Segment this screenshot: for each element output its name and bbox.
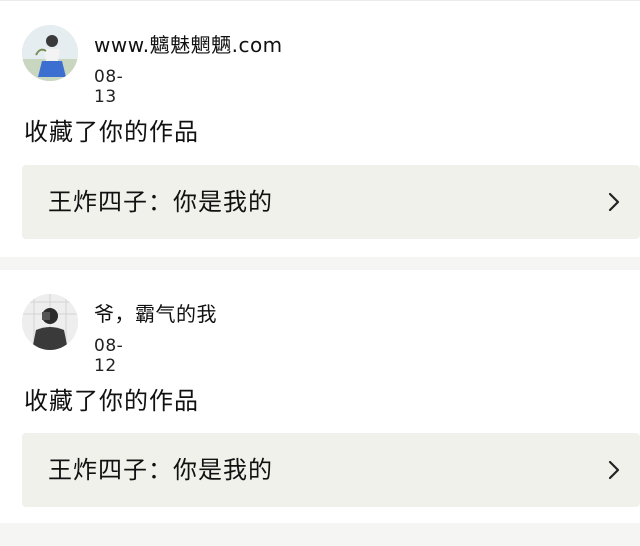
user-name[interactable]: 爷，霸气的我 [94, 302, 217, 326]
action-text: 收藏了你的作品 [24, 387, 199, 415]
work-link[interactable]: 王炸四子：你是我的 [22, 433, 640, 507]
user-name[interactable]: www.魑魅魍魉.com [94, 33, 283, 57]
notification-card: 爷，霸气的我 08-12 收藏了你的作品 王炸四子：你是我的 [0, 270, 640, 523]
user-avatar-icon[interactable] [22, 25, 78, 81]
post-date: 08-13 [94, 67, 124, 107]
work-link[interactable]: 王炸四子：你是我的 [22, 165, 640, 239]
work-title: 王炸四子：你是我的 [48, 188, 273, 216]
action-text: 收藏了你的作品 [24, 118, 199, 146]
work-title: 王炸四子：你是我的 [48, 456, 273, 484]
notification-feed: www.魑魅魍魉.com 08-13 收藏了你的作品 王炸四子：你是我的 爷，霸… [0, 0, 640, 546]
notification-card: www.魑魅魍魉.com 08-13 收藏了你的作品 王炸四子：你是我的 [0, 0, 640, 257]
user-avatar-icon[interactable] [22, 294, 78, 350]
post-date: 08-12 [94, 336, 124, 376]
chevron-right-icon [606, 459, 622, 481]
chevron-right-icon [606, 191, 622, 213]
